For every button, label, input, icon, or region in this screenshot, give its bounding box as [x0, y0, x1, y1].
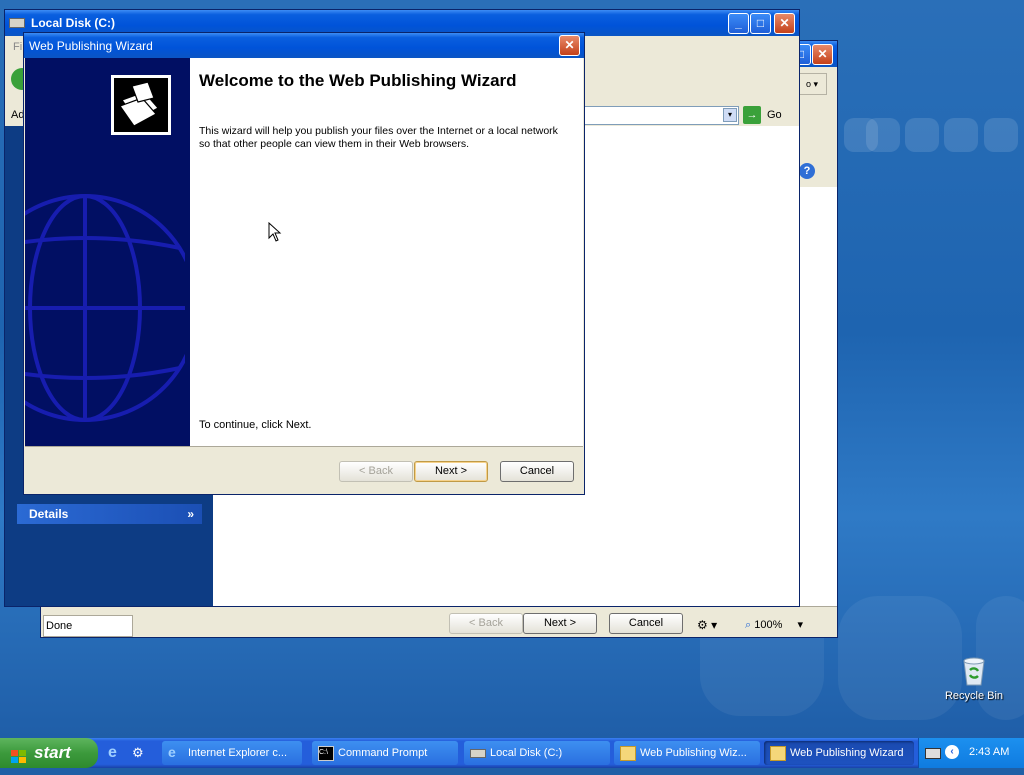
wizard-title: Web Publishing Wizard — [29, 39, 153, 53]
drive-icon — [9, 18, 25, 28]
start-button[interactable]: start — [0, 738, 98, 768]
continue-text: To continue, click Next. — [199, 419, 312, 431]
tray-expand-icon[interactable]: ‹ — [945, 745, 959, 759]
clock[interactable]: 2:43 AM — [969, 746, 1009, 758]
go-arrow-icon[interactable]: → — [743, 106, 761, 124]
explorer-maximize-button[interactable]: □ — [750, 13, 771, 34]
taskbar-item-label: Command Prompt — [338, 747, 428, 759]
address-input[interactable]: ▾ — [581, 106, 739, 125]
ie-back-button[interactable]: < Back — [449, 613, 523, 634]
taskbar-item-label: Web Publishing Wizard — [790, 747, 904, 759]
taskbar-item-label: Local Disk (C:) — [490, 747, 563, 759]
windows-flag-icon — [10, 745, 28, 763]
ie-next-button[interactable]: Next > — [523, 613, 597, 634]
wizard-close-button[interactable]: ✕ — [559, 35, 580, 56]
explorer-minimize-button[interactable]: _ — [728, 13, 749, 34]
help-icon[interactable]: ? — [799, 163, 815, 179]
wizard-next-button[interactable]: Next > — [414, 461, 488, 482]
wizard-content: Welcome to the Web Publishing Wizard Thi… — [190, 58, 583, 446]
wizard-titlebar: Web Publishing Wizard ✕ — [24, 33, 584, 58]
zoom-icon: ⌕ — [745, 619, 752, 631]
recycle-bin-shortcut[interactable]: Recycle Bin — [940, 656, 1008, 712]
go-button[interactable]: Go — [767, 109, 782, 121]
explorer-title: Local Disk (C:) — [31, 16, 116, 30]
chevron-down-icon[interactable]: » — [187, 504, 194, 524]
desktop-decoration — [984, 118, 1018, 152]
details-panel-header[interactable]: Details » — [17, 504, 202, 524]
explorer-quicklaunch-icon[interactable]: ⚙ — [132, 745, 144, 761]
status-text: Done — [43, 615, 133, 637]
taskbar-item-label: Web Publishing Wiz... — [640, 747, 747, 759]
security-zone-icon[interactable]: ⚙ ▾ — [697, 615, 737, 635]
taskbar: start e ⚙ e Internet Explorer c... C:\ C… — [0, 738, 1024, 768]
desktop-decoration — [905, 118, 939, 152]
ie-icon: e — [168, 744, 176, 760]
recycle-bin-icon — [961, 656, 987, 686]
globe-watermark — [25, 194, 185, 422]
drive-icon — [470, 749, 486, 758]
description-line: so that other people can view them in th… — [199, 138, 470, 150]
wizard-heading: Welcome to the Web Publishing Wizard — [199, 71, 517, 90]
taskbar-item-label: Internet Explorer c... — [188, 747, 288, 759]
mouse-cursor — [268, 222, 282, 242]
wizard-cancel-button[interactable]: Cancel — [500, 461, 574, 482]
description-line: This wizard will help you publish your f… — [199, 125, 558, 137]
desktop-decoration — [866, 118, 900, 152]
ie-cancel-button[interactable]: Cancel — [609, 613, 683, 634]
menu-file[interactable]: Fi — [13, 41, 22, 53]
details-label: Details — [29, 507, 69, 521]
taskbar-item-web-publishing-wizard-1[interactable]: Web Publishing Wiz... — [614, 741, 760, 765]
taskbar-item-internet-explorer[interactable]: e Internet Explorer c... — [162, 741, 302, 765]
taskbar-item-web-publishing-wizard-2[interactable]: Web Publishing Wizard — [764, 741, 914, 765]
zoom-dropdown-icon: ▾ — [797, 619, 803, 631]
ie-quicklaunch-icon[interactable]: e — [108, 744, 117, 762]
recycle-bin-label: Recycle Bin — [944, 690, 1004, 702]
explorer-close-button[interactable]: ✕ — [774, 13, 795, 34]
wizard-back-button[interactable]: < Back — [339, 461, 413, 482]
wizard-description: This wizard will help you publish your f… — [199, 125, 558, 151]
zoom-control[interactable]: ⌕ 100% ▾ — [745, 615, 815, 635]
wizard-banner — [25, 58, 190, 446]
address-dropdown-icon[interactable]: ▾ — [723, 108, 737, 122]
folder-icon — [620, 746, 636, 761]
ie-tool-dropdown[interactable]: o ▾ — [797, 73, 827, 95]
keyboard-icon[interactable] — [925, 748, 941, 759]
console-icon: C:\ — [318, 746, 334, 761]
ie-status-bar: Done < Back Next > Cancel ⚙ ▾ ⌕ 100% ▾ — [41, 606, 837, 637]
folder-icon — [770, 746, 786, 761]
publish-icon — [111, 75, 171, 135]
zoom-label: 100% — [754, 619, 783, 631]
wizard-separator — [25, 446, 583, 447]
ie-close-button[interactable]: ✕ — [812, 44, 833, 65]
taskbar-item-local-disk[interactable]: Local Disk (C:) — [464, 741, 610, 765]
desktop-decoration — [944, 118, 978, 152]
wizard-window: Web Publishing Wizard ✕ Welcome to the W… — [23, 32, 585, 495]
desktop: Recycle Bin ✕ □ o ▾ ? Done < Back Next >… — [0, 0, 1024, 738]
system-tray: ‹ 2:43 AM — [918, 738, 1024, 768]
start-label: start — [34, 743, 71, 762]
taskbar-item-command-prompt[interactable]: C:\ Command Prompt — [312, 741, 458, 765]
